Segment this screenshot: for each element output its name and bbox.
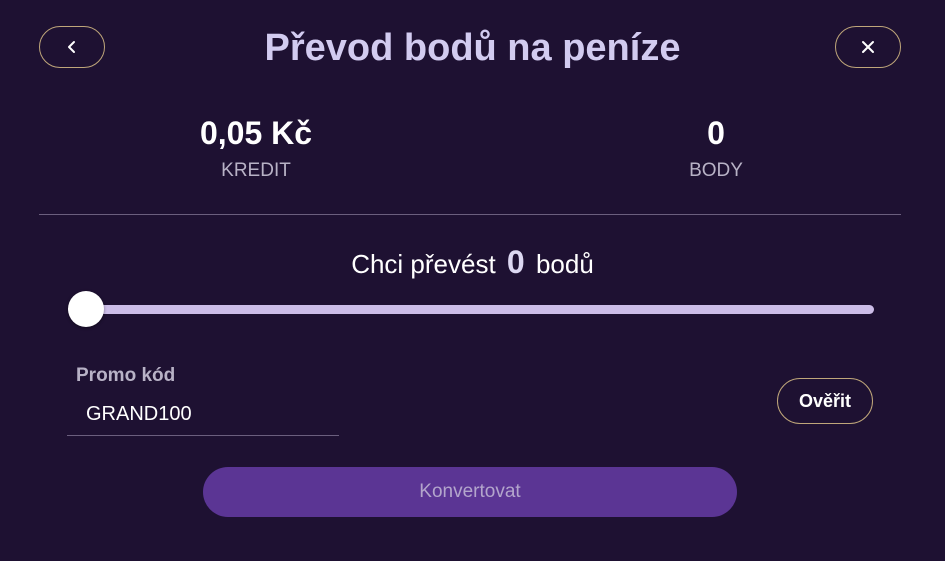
page-title: Převod bodů na peníze xyxy=(264,27,681,69)
convert-button[interactable]: Konvertovat xyxy=(203,467,737,517)
promo-code-input[interactable] xyxy=(67,394,339,436)
slider-thumb[interactable] xyxy=(68,291,104,327)
convert-suffix: bodů xyxy=(535,249,594,279)
promo-label: Promo kód xyxy=(76,365,176,386)
points-slider[interactable] xyxy=(68,291,874,327)
slider-track[interactable] xyxy=(68,305,874,314)
convert-amount: 0 xyxy=(506,244,525,280)
points-stat: 0 BODY xyxy=(596,113,836,183)
close-button[interactable] xyxy=(835,26,901,68)
convert-amount-text: Chci převést 0 bodů xyxy=(0,244,945,282)
points-label: BODY xyxy=(689,160,743,181)
divider xyxy=(39,214,901,215)
close-icon xyxy=(862,41,874,53)
credit-label: KREDIT xyxy=(221,160,291,181)
credit-value: 0,05 Kč xyxy=(199,115,313,151)
convert-prefix: Chci převést xyxy=(351,249,496,279)
points-value: 0 xyxy=(707,115,725,151)
verify-button[interactable]: Ověřit xyxy=(777,378,873,424)
credit-stat: 0,05 Kč KREDIT xyxy=(136,113,376,183)
